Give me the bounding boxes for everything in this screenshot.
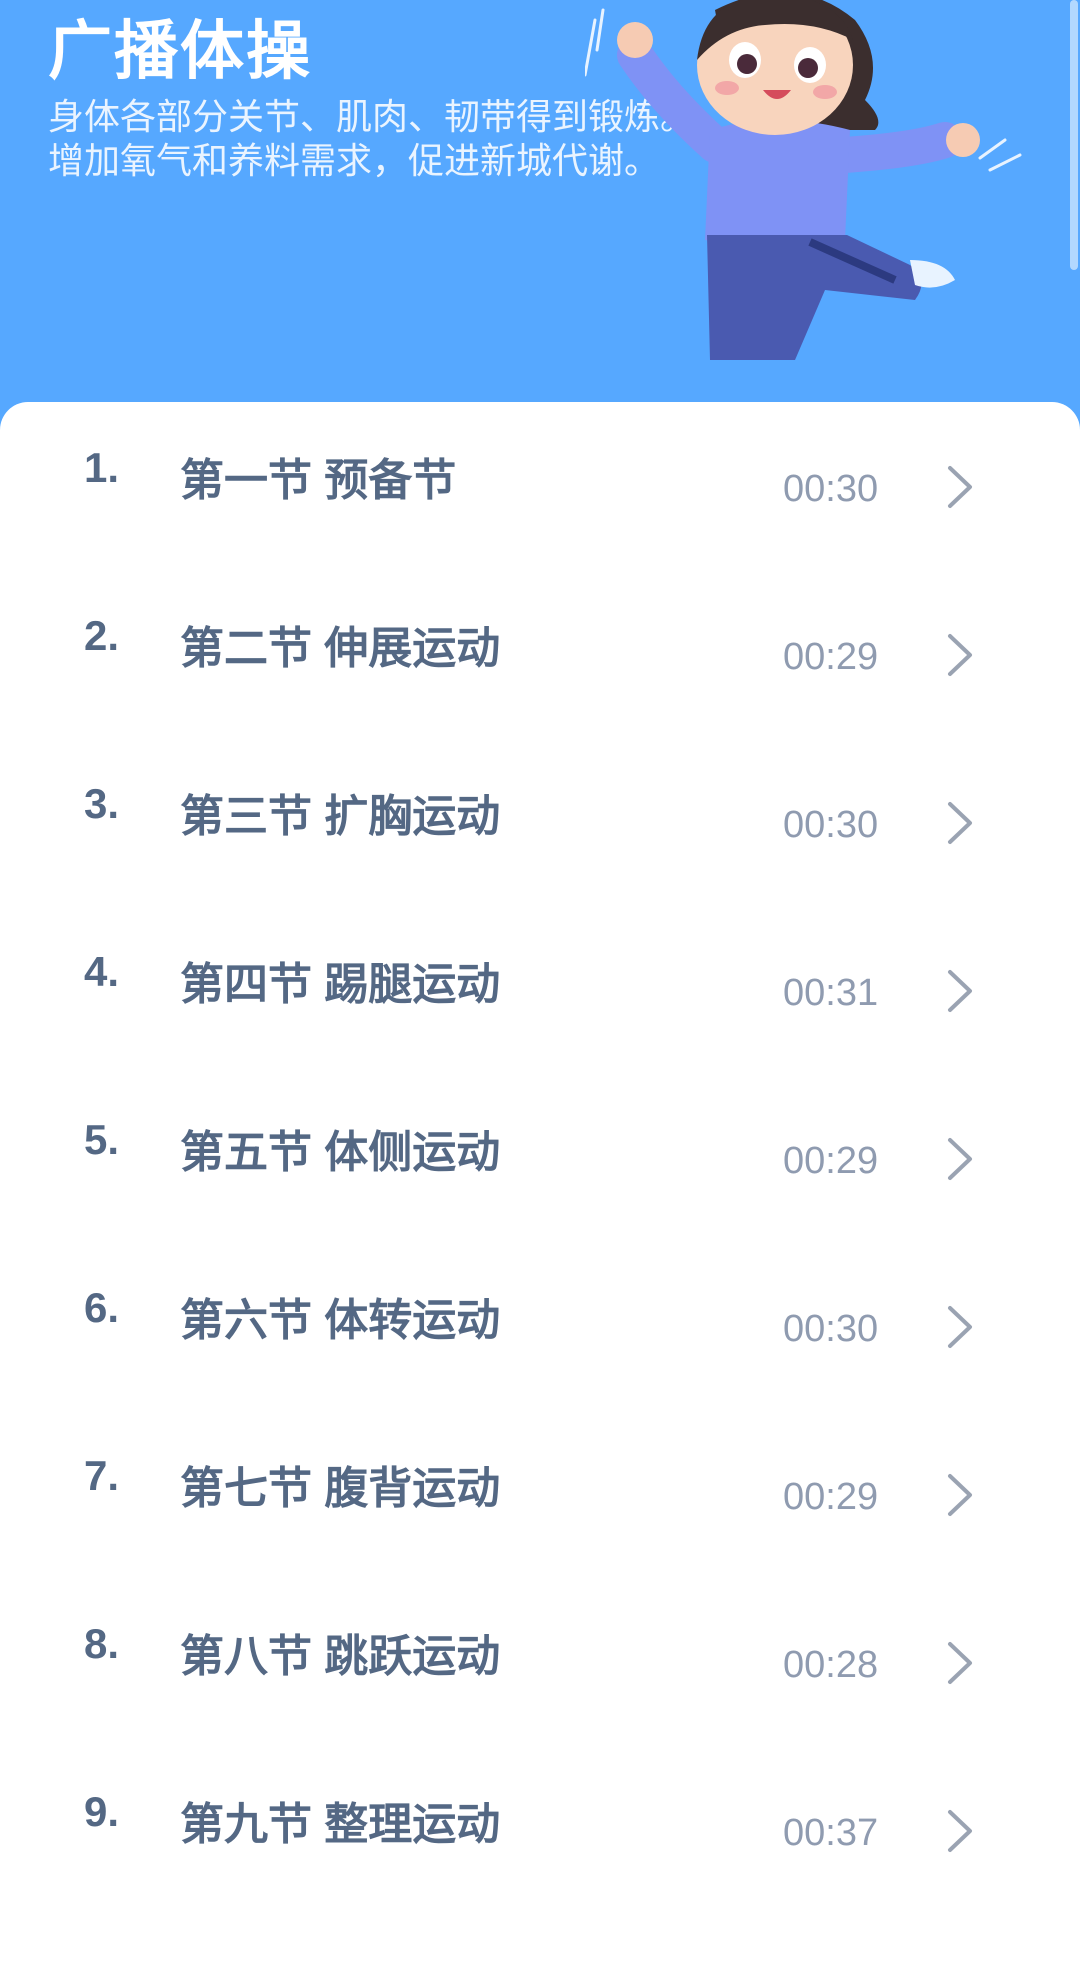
scrollbar-thumb[interactable] [1070, 0, 1078, 270]
list-item[interactable]: 4. 第四节 踢腿运动 00:31 [0, 906, 1080, 1074]
chevron-right-icon[interactable] [942, 1470, 978, 1520]
exercise-list: 1. 第一节 预备节 00:30 2. 第二节 伸展运动 00:29 3. 第三… [0, 402, 1080, 1962]
item-duration: 00:30 [783, 468, 879, 510]
chevron-right-icon[interactable] [942, 1638, 978, 1688]
item-duration: 00:29 [783, 636, 879, 678]
item-number: 1. [84, 444, 120, 491]
item-title: 第三节 扩胸运动 [180, 792, 501, 841]
item-title: 第四节 踢腿运动 [180, 960, 501, 1009]
item-number: 4. [84, 948, 120, 995]
list-item[interactable]: 1. 第一节 预备节 00:30 [0, 402, 1080, 570]
item-duration: 00:30 [783, 804, 879, 846]
list-item[interactable]: 6. 第六节 体转运动 00:30 [0, 1242, 1080, 1410]
item-duration: 00:30 [783, 1308, 879, 1350]
chevron-right-icon[interactable] [942, 1806, 978, 1856]
item-duration: 00:37 [783, 1812, 879, 1854]
chevron-right-icon[interactable] [942, 462, 978, 512]
list-item[interactable]: 7. 第七节 腹背运动 00:29 [0, 1410, 1080, 1578]
item-number: 2. [84, 612, 120, 659]
item-duration: 00:31 [783, 972, 879, 1014]
jumping-girl-illustration [585, 0, 1022, 360]
item-title: 第五节 体侧运动 [180, 1128, 501, 1177]
header-banner: 广播体操 身体各部分关节、肌肉、韧带得到锻炼。 增加氧气和养料需求，促进新城代谢… [0, 0, 1080, 420]
item-title: 第一节 预备节 [180, 456, 457, 505]
list-item[interactable]: 2. 第二节 伸展运动 00:29 [0, 570, 1080, 738]
item-title: 第九节 整理运动 [180, 1800, 501, 1849]
item-duration: 00:29 [783, 1140, 879, 1182]
item-number: 5. [84, 1116, 120, 1163]
chevron-right-icon[interactable] [942, 798, 978, 848]
item-number: 8. [84, 1620, 120, 1667]
item-title: 第七节 腹背运动 [180, 1464, 501, 1513]
item-duration: 00:29 [783, 1476, 879, 1518]
page-title: 广播体操 [48, 15, 312, 87]
item-number: 7. [84, 1452, 120, 1499]
item-title: 第六节 体转运动 [180, 1296, 501, 1345]
item-title: 第二节 伸展运动 [180, 624, 501, 673]
chevron-right-icon[interactable] [942, 630, 978, 680]
item-number: 9. [84, 1788, 120, 1835]
list-item[interactable]: 5. 第五节 体侧运动 00:29 [0, 1074, 1080, 1242]
list-item[interactable]: 8. 第八节 跳跃运动 00:28 [0, 1578, 1080, 1746]
chevron-right-icon[interactable] [942, 1302, 978, 1352]
item-number: 6. [84, 1284, 120, 1331]
list-item[interactable]: 3. 第三节 扩胸运动 00:30 [0, 738, 1080, 906]
chevron-right-icon[interactable] [942, 1134, 978, 1184]
chevron-right-icon[interactable] [942, 966, 978, 1016]
item-number: 3. [84, 780, 120, 827]
scrollbar[interactable] [1066, 0, 1080, 280]
item-duration: 00:28 [783, 1644, 879, 1686]
list-item[interactable]: 9. 第九节 整理运动 00:37 [0, 1746, 1080, 1914]
item-title: 第八节 跳跃运动 [180, 1632, 501, 1681]
